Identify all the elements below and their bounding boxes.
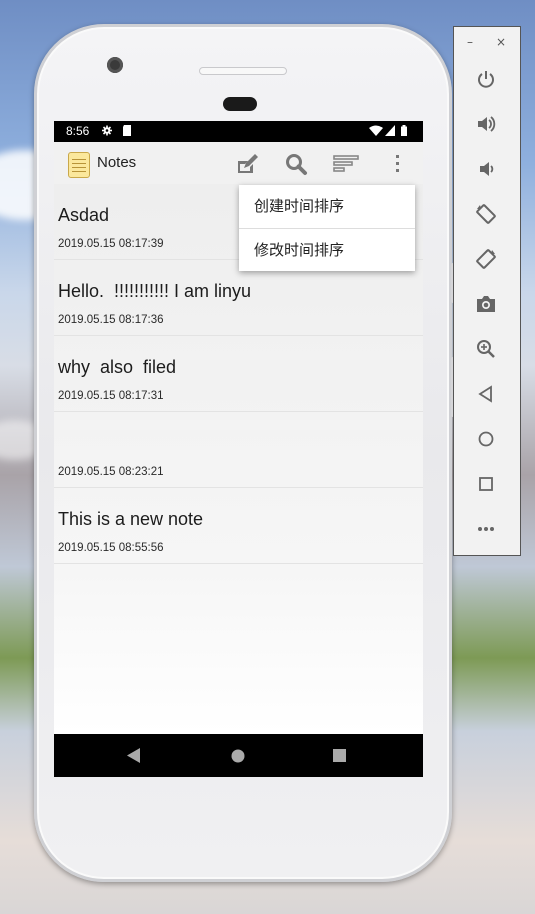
note-date: 2019.05.15 08:17:36 bbox=[58, 314, 164, 326]
list-item[interactable]: why also filed 2019.05.15 08:17:31 bbox=[54, 336, 423, 412]
battery-icon bbox=[401, 125, 407, 136]
rotate-left-icon[interactable] bbox=[471, 199, 501, 229]
status-bar: 8:56 bbox=[54, 121, 423, 142]
settings-icon bbox=[102, 125, 112, 136]
back-icon[interactable] bbox=[471, 379, 501, 409]
volume-up-icon[interactable] bbox=[471, 109, 501, 139]
wifi-icon bbox=[369, 125, 383, 136]
zoom-icon[interactable] bbox=[471, 334, 501, 364]
navigation-bar bbox=[54, 734, 423, 777]
note-title: Hello. !!!!!!!!!!! I am linyu bbox=[58, 281, 252, 301]
minimize-icon[interactable]: – bbox=[467, 35, 473, 49]
action-bar: Notes bbox=[54, 142, 423, 184]
overflow-menu-icon[interactable] bbox=[384, 150, 412, 178]
note-title: why also filed bbox=[58, 357, 177, 377]
sort-popup-menu: 创建时间排序 修改时间排序 bbox=[239, 185, 415, 271]
recents-icon[interactable] bbox=[333, 749, 346, 762]
power-icon[interactable] bbox=[471, 64, 501, 94]
more-icon[interactable] bbox=[471, 514, 501, 544]
overview-icon[interactable] bbox=[471, 469, 501, 499]
note-title: Asdad bbox=[58, 205, 110, 225]
note-date: 2019.05.15 08:55:56 bbox=[58, 542, 164, 554]
note-date: 2019.05.15 08:17:31 bbox=[58, 390, 164, 402]
camera-icon[interactable] bbox=[471, 289, 501, 319]
menu-item-sort-by-created[interactable]: 创建时间排序 bbox=[239, 185, 415, 228]
notes-app-icon bbox=[68, 152, 90, 178]
note-title: This is a new note bbox=[58, 509, 204, 529]
note-date: 2019.05.15 08:17:39 bbox=[58, 238, 164, 250]
front-camera bbox=[107, 57, 123, 73]
rotate-right-icon[interactable] bbox=[471, 244, 501, 274]
menu-item-sort-by-modified[interactable]: 修改时间排序 bbox=[239, 229, 415, 272]
back-icon[interactable] bbox=[127, 748, 141, 763]
close-icon[interactable]: × bbox=[496, 35, 506, 49]
list-item[interactable]: This is a new note 2019.05.15 08:55:56 bbox=[54, 488, 423, 564]
home-icon[interactable] bbox=[231, 749, 245, 763]
device-screen: 8:56 Notes Asdad 2019.05.15 08:17:39 Hel… bbox=[54, 121, 423, 777]
earpiece-speaker bbox=[199, 67, 287, 75]
emulator-control-panel: – × bbox=[453, 26, 521, 556]
home-icon[interactable] bbox=[471, 424, 501, 454]
note-date: 2019.05.15 08:23:21 bbox=[58, 466, 164, 478]
status-time: 8:56 bbox=[66, 124, 90, 138]
list-item[interactable]: 2019.05.15 08:23:21 bbox=[54, 412, 423, 488]
signal-icon bbox=[385, 125, 395, 136]
sd-card-icon bbox=[123, 125, 131, 136]
sort-icon[interactable] bbox=[332, 150, 360, 178]
proximity-sensor bbox=[223, 97, 257, 111]
volume-down-icon[interactable] bbox=[471, 154, 501, 184]
search-icon[interactable] bbox=[282, 150, 310, 178]
app-title: Notes bbox=[97, 154, 137, 171]
new-note-icon[interactable] bbox=[232, 150, 260, 178]
